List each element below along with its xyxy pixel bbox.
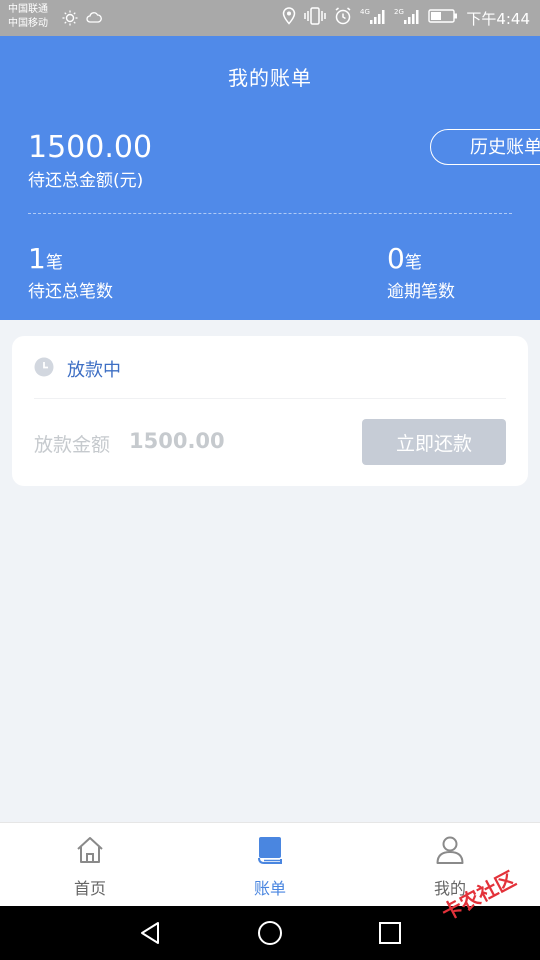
user-icon <box>436 836 464 864</box>
bill-status: 放款中 <box>67 360 121 381</box>
bill-card[interactable]: 放款中 放款金额 1500.00 立即还款 <box>12 336 528 486</box>
cloud-icon <box>86 10 102 30</box>
battery-icon <box>428 8 458 28</box>
dashed-divider <box>28 213 512 214</box>
tab-bill-label: 账单 <box>253 879 286 898</box>
status-bar: 中国联通 中国移动 4G 2G 下午4:44 <box>0 0 540 36</box>
bill-summary-header: 我的账单 1500.00 待还总金额(元) 历史账单 1笔 待还总笔数 0笔 逾… <box>0 36 540 320</box>
tab-bill[interactable]: 账单 <box>180 823 360 907</box>
total-amount-label: 待还总金额(元) <box>28 171 144 191</box>
status-time: 下午4:44 <box>466 9 530 28</box>
pending-count-label: 待还总笔数 <box>28 282 113 302</box>
pending-count: 1 <box>28 242 46 275</box>
signal-2g-icon: 2G <box>394 7 420 29</box>
location-icon <box>282 7 296 29</box>
status-right: 4G 2G 下午4:44 <box>282 7 530 29</box>
book-icon <box>258 837 282 864</box>
signal-4g-icon: 4G <box>360 7 386 29</box>
recent-apps-icon[interactable] <box>377 920 403 946</box>
pending-count-unit: 笔 <box>45 253 63 273</box>
tab-home[interactable]: 首页 <box>0 823 180 907</box>
network-2g-label: 2G <box>394 8 404 16</box>
card-divider <box>34 398 506 399</box>
overdue-count-block: 0笔 逾期笔数 <box>387 242 455 302</box>
carrier-2: 中国移动 <box>8 18 48 29</box>
history-bill-button[interactable]: 历史账单 <box>430 129 540 165</box>
screen: 中国联通 中国移动 4G 2G 下午4:44 我的账单 1500.00 待还总金… <box>0 0 540 960</box>
brightness-icon <box>62 10 78 30</box>
clock-icon <box>34 357 54 377</box>
carrier-info: 中国联通 中国移动 <box>8 3 48 31</box>
repay-now-button[interactable]: 立即还款 <box>362 419 506 465</box>
page-title: 我的账单 <box>228 66 312 90</box>
carrier-1: 中国联通 <box>8 4 48 15</box>
network-4g-label: 4G <box>360 8 370 16</box>
back-icon[interactable] <box>138 920 164 946</box>
vibrate-icon <box>304 7 327 29</box>
overdue-count-label: 逾期笔数 <box>387 282 455 302</box>
loan-amount-label: 放款金额 <box>34 434 111 456</box>
alarm-icon <box>334 7 352 29</box>
status-left-icons <box>62 10 102 30</box>
pending-count-block: 1笔 待还总笔数 <box>28 242 113 302</box>
total-amount: 1500.00 <box>28 130 153 165</box>
loan-amount-value: 1500.00 <box>129 429 225 453</box>
overdue-count: 0 <box>387 242 405 275</box>
home-icon <box>77 837 103 863</box>
tab-home-label: 首页 <box>73 879 106 898</box>
home-circle-icon[interactable] <box>257 920 283 946</box>
overdue-count-unit: 笔 <box>404 253 422 273</box>
